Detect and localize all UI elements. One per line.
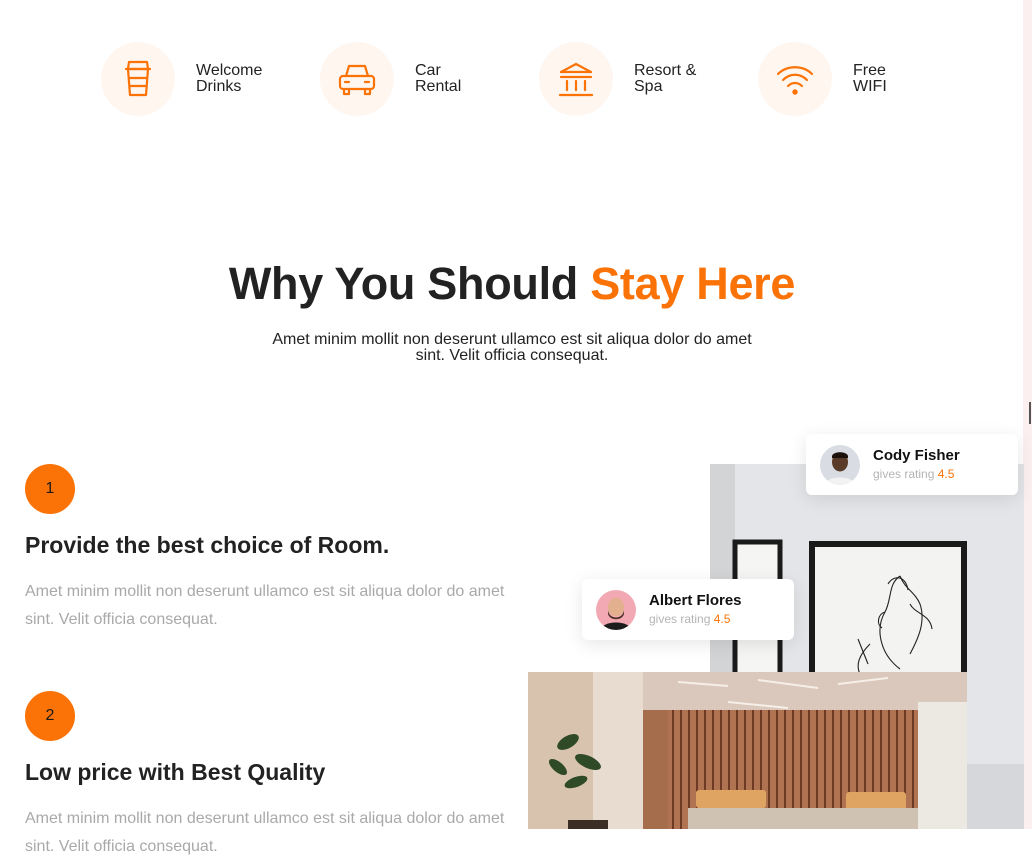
page-scrollbar-thumb[interactable]	[1029, 402, 1031, 424]
lobby-photo	[528, 672, 967, 829]
feature-description: Amet minim mollit non deserunt ullamco e…	[25, 810, 505, 855]
rating-value: 4.5	[713, 612, 731, 626]
amenity-welcome-drinks: Welcome Drinks	[101, 42, 276, 116]
review-card: Cody Fisher gives rating 4.5	[806, 434, 1018, 495]
avatar	[596, 589, 636, 630]
feature-title: Provide the best choice of Room.	[25, 532, 390, 558]
amenities-row: Welcome Drinks Car Rental Resort & Spa F…	[101, 42, 921, 116]
amenity-car-rental: Car Rental	[320, 42, 495, 116]
rating-value: 4.5	[937, 467, 955, 481]
amenity-icon-circle	[539, 42, 613, 116]
bank-icon	[558, 62, 594, 97]
avatar	[820, 444, 860, 485]
car-icon	[338, 64, 376, 96]
amenity-label: Resort & Spa	[634, 62, 697, 95]
feature-number-badge: 1	[25, 464, 75, 514]
feature-title: Low price with Best Quality	[25, 759, 326, 785]
cup-icon	[124, 60, 152, 97]
amenity-label: Car Rental	[415, 62, 462, 95]
review-card: Albert Flores gives rating 4.5	[582, 579, 794, 640]
rating-prefix: gives rating	[649, 612, 711, 626]
reviewer-name: Cody Fisher	[873, 447, 960, 464]
amenity-label: Free WIFI	[853, 62, 887, 95]
section-title: Why You Should Stay Here	[0, 258, 1024, 310]
amenity-free-wifi: Free WIFI	[758, 42, 933, 116]
amenity-icon-circle	[758, 42, 832, 116]
feature-number-badge: 2	[25, 691, 75, 741]
feature-description: Amet minim mollit non deserunt ullamco e…	[25, 583, 505, 628]
wifi-icon	[776, 66, 814, 95]
review-meta: gives rating 4.5	[873, 466, 960, 482]
feature-item: 1 Provide the best choice of Room. Amet …	[25, 464, 525, 634]
amenity-resort-spa: Resort & Spa	[539, 42, 714, 116]
reviewer-name: Albert Flores	[649, 592, 742, 609]
section-title-accent: Stay Here	[590, 258, 796, 309]
section-subtitle: Amet minim mollit non deserunt ullamco e…	[272, 331, 752, 364]
page-scrollbar-track[interactable]	[1023, 0, 1032, 829]
amenity-label: Welcome Drinks	[196, 62, 263, 95]
rating-prefix: gives rating	[873, 467, 935, 481]
amenity-icon-circle	[101, 42, 175, 116]
amenity-icon-circle	[320, 42, 394, 116]
feature-item: 2 Low price with Best Quality Amet minim…	[25, 691, 525, 855]
review-meta: gives rating 4.5	[649, 611, 742, 627]
section-title-main: Why You Should	[228, 258, 591, 309]
